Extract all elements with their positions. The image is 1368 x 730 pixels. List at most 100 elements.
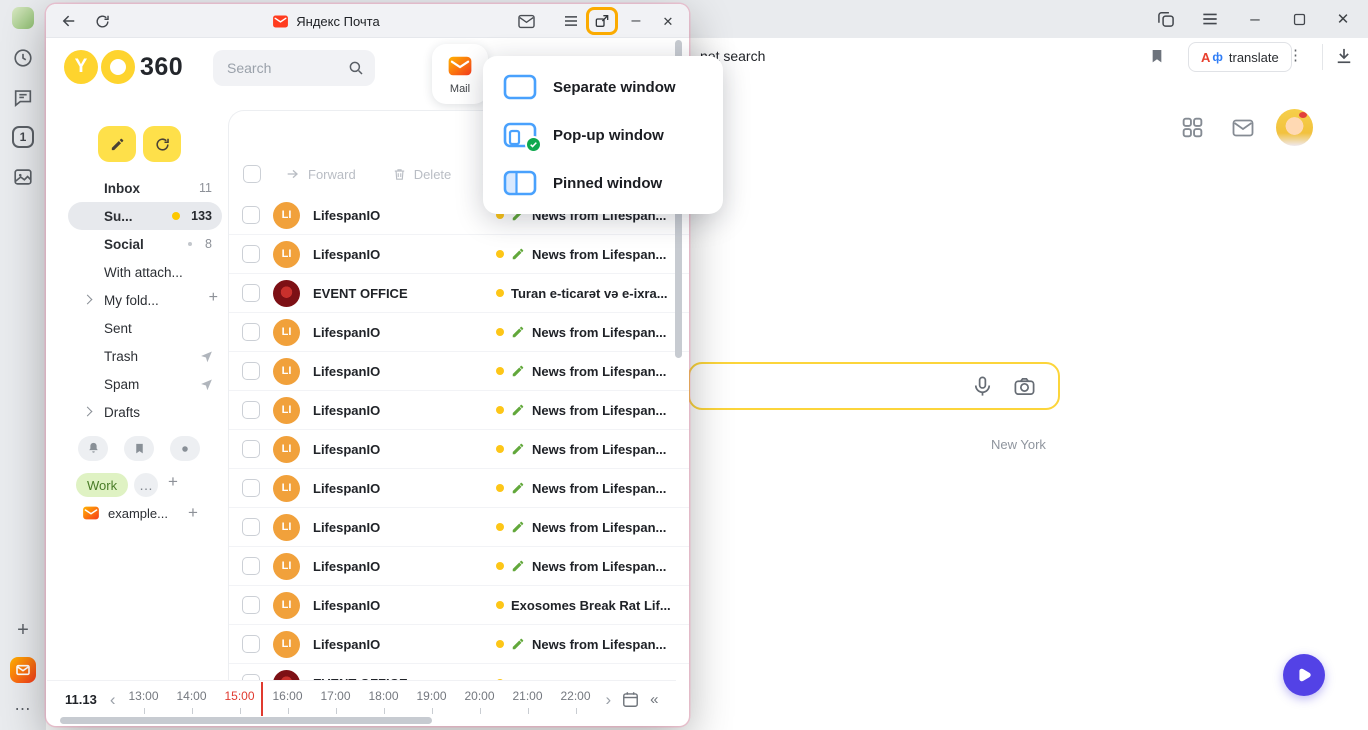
image-search-icon[interactable] <box>1013 375 1036 398</box>
popup-close-button[interactable]: ✕ <box>658 11 678 31</box>
message-row[interactable]: LI LifespanIO News from Lifespan... <box>229 508 689 547</box>
message-row[interactable]: LI LifespanIO News from Lifespan... <box>229 469 689 508</box>
page-search-bar[interactable] <box>688 362 1060 410</box>
popup-menu-icon[interactable] <box>561 11 581 31</box>
message-row[interactable]: LI LifespanIO News from Lifespan... <box>229 235 689 274</box>
message-checkbox[interactable] <box>242 557 260 575</box>
bookmarks-pill[interactable] <box>124 436 154 461</box>
calendar-icon[interactable] <box>621 690 640 709</box>
menu-item-popup-window[interactable]: Pop-up window <box>483 111 723 159</box>
alice-assistant-button[interactable] <box>1283 654 1325 696</box>
history-icon[interactable] <box>12 47 34 69</box>
search-icon[interactable] <box>347 59 365 77</box>
tag-work[interactable]: Work <box>76 473 128 497</box>
profile-avatar[interactable] <box>12 7 34 29</box>
folder-item[interactable]: Inbox 11 + <box>68 174 222 202</box>
message-checkbox[interactable] <box>242 206 260 224</box>
folder-item[interactable]: With attach... + <box>68 258 222 286</box>
timeline-next-icon[interactable]: › <box>606 691 612 708</box>
folder-item[interactable]: Su... 133 + <box>68 202 222 230</box>
delete-button[interactable]: Delete <box>392 167 452 182</box>
menu-item-separate-window[interactable]: Separate window <box>483 63 723 111</box>
tags-more-button[interactable]: … <box>134 473 158 497</box>
yandex-mail-app-icon[interactable] <box>10 657 36 683</box>
timeline-hour[interactable]: 14:00 <box>168 681 216 718</box>
gallery-icon[interactable] <box>12 166 34 188</box>
account-item[interactable]: example... <box>82 504 168 522</box>
message-row[interactable]: EVENT OFFICE Turan e-ticarət və e-ixra..… <box>229 274 689 313</box>
window-mode-button-highlighted[interactable] <box>586 7 618 35</box>
message-checkbox[interactable] <box>242 362 260 380</box>
message-row[interactable]: LI LifespanIO News from Lifespan... <box>229 352 689 391</box>
add-folder-icon[interactable]: + <box>209 289 218 307</box>
timeline-hour[interactable]: 13:00 <box>120 681 168 718</box>
message-row[interactable]: EVENT OFFICE <box>229 664 689 680</box>
timeline-prev-icon[interactable]: ‹ <box>110 691 116 708</box>
timeline-hour[interactable]: 21:00 <box>504 681 552 718</box>
chats-icon[interactable] <box>12 86 34 108</box>
folder-clear-icon[interactable] <box>199 349 214 364</box>
message-row[interactable]: LI LifespanIO News from Lifespan... <box>229 391 689 430</box>
notifications-badge[interactable]: 1 <box>12 126 34 148</box>
back-icon[interactable] <box>59 11 79 31</box>
message-row[interactable]: LI LifespanIO News from Lifespan... <box>229 430 689 469</box>
message-checkbox[interactable] <box>242 401 260 419</box>
timeline-collapse-icon[interactable]: « <box>650 691 658 708</box>
horizontal-scrollbar[interactable] <box>60 717 432 724</box>
timeline-hour[interactable]: 19:00 <box>408 681 456 718</box>
timeline-hour[interactable]: 16:00 <box>264 681 312 718</box>
envelope-icon[interactable] <box>516 11 536 31</box>
folder-clear-icon[interactable] <box>199 377 214 392</box>
popup-minimize-button[interactable]: – <box>626 11 646 31</box>
add-tag-button[interactable]: + <box>168 472 178 492</box>
message-row[interactable]: LI LifespanIO Exosomes Break Rat Lif... <box>229 586 689 625</box>
sidebar-add-icon[interactable]: + <box>12 619 34 641</box>
mail-search-field[interactable] <box>213 50 375 86</box>
address-bar-more-icon[interactable]: ⋮ <box>1288 46 1303 64</box>
check-mail-button[interactable] <box>143 126 181 162</box>
menu-item-pinned-window[interactable]: Pinned window <box>483 159 723 207</box>
message-checkbox[interactable] <box>242 635 260 653</box>
folder-item[interactable]: Sent + <box>68 314 222 342</box>
sidebar-more-icon[interactable]: ⋯ <box>12 698 34 720</box>
message-row[interactable]: LI LifespanIO News from Lifespan... <box>229 625 689 664</box>
message-row[interactable]: LI LifespanIO News from Lifespan... <box>229 547 689 586</box>
message-checkbox[interactable] <box>242 479 260 497</box>
timeline-hour[interactable]: 20:00 <box>456 681 504 718</box>
voice-search-icon[interactable] <box>971 375 994 398</box>
window-minimize-button[interactable]: – <box>1244 8 1266 30</box>
location-hint[interactable]: New York <box>991 437 1046 452</box>
browser-menu-icon[interactable] <box>1199 8 1221 30</box>
page-mail-icon[interactable] <box>1231 116 1255 140</box>
folder-item[interactable]: My fold... + <box>68 286 222 314</box>
forward-button[interactable]: Forward <box>285 166 356 182</box>
chevron-icon[interactable] <box>83 407 93 417</box>
timeline-hour[interactable]: 17:00 <box>312 681 360 718</box>
timeline-hour[interactable]: 15:00 <box>216 681 264 718</box>
notifications-pill[interactable] <box>78 436 108 461</box>
folder-item[interactable]: Trash + <box>68 342 222 370</box>
message-checkbox[interactable] <box>242 245 260 263</box>
bookmark-flag-icon[interactable] <box>1149 48 1165 64</box>
message-checkbox[interactable] <box>242 284 260 302</box>
status-pill[interactable] <box>170 436 200 461</box>
timeline-hour[interactable]: 22:00 <box>552 681 600 718</box>
reload-icon[interactable] <box>92 11 112 31</box>
folder-item[interactable]: Drafts + <box>68 398 222 426</box>
folder-item[interactable]: Spam + <box>68 370 222 398</box>
window-maximize-button[interactable] <box>1288 8 1310 30</box>
message-checkbox[interactable] <box>242 323 260 341</box>
message-checkbox[interactable] <box>242 596 260 614</box>
message-checkbox[interactable] <box>242 518 260 536</box>
chevron-icon[interactable] <box>83 295 93 305</box>
message-row[interactable]: LI LifespanIO News from Lifespan... <box>229 313 689 352</box>
downloads-icon[interactable] <box>1334 46 1354 66</box>
folder-item[interactable]: Social 8 + <box>68 230 222 258</box>
copy-tabs-icon[interactable] <box>1155 8 1177 30</box>
message-checkbox[interactable] <box>242 440 260 458</box>
app-tab-mail[interactable]: Mail <box>432 44 488 104</box>
compose-button[interactable] <box>98 126 136 162</box>
window-close-button[interactable]: ✕ <box>1332 8 1354 30</box>
add-account-button[interactable]: + <box>188 503 198 523</box>
user-avatar[interactable] <box>1276 109 1313 146</box>
